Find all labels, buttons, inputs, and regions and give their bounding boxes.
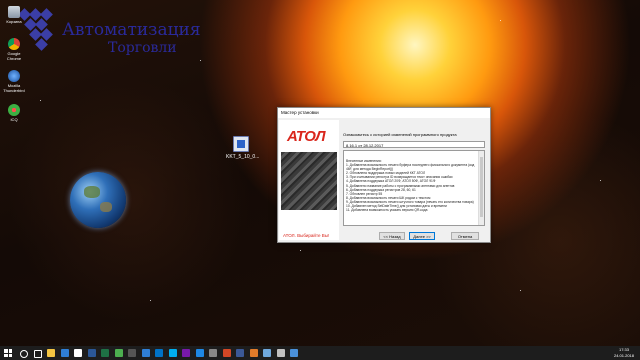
version-field: 8.16.1 от 28.12.2017 (343, 141, 485, 148)
dialog-buttons: << Назад Далее >> Отмена (343, 232, 488, 241)
installer-file-icon (233, 136, 249, 152)
desktop-icon-label: KKT_5_10_0... (226, 154, 260, 160)
onenote-icon[interactable] (182, 349, 190, 357)
desktop-icon-label: Google Chrome (6, 51, 22, 61)
changelog-textbox[interactable]: Внесенные изменения: 1. Добавлена возможн… (343, 150, 485, 226)
changelog-caption: Ознакомьтесь с историей изменений програ… (343, 132, 457, 137)
desktop-icon-icq[interactable]: ICQ (2, 104, 26, 122)
desktop-icon-chrome[interactable]: Google Chrome (2, 38, 26, 61)
file-explorer-icon[interactable] (47, 349, 55, 357)
skype-icon[interactable] (168, 349, 177, 357)
desktop-icon-recycle-bin[interactable]: Корзина (2, 6, 26, 24)
media-icon[interactable] (141, 349, 150, 357)
outlook-icon[interactable] (155, 349, 163, 357)
excel-icon[interactable] (101, 349, 109, 357)
desktop-icon-label: ICQ (10, 117, 18, 122)
word-icon[interactable] (87, 349, 96, 357)
desktop-icon-thunderbird[interactable]: Mozilla Thunderbird (2, 70, 26, 93)
logo-line2: Торговли (108, 40, 177, 56)
setup-wizard-dialog: Мастер установки АТОЛ АТОЛ. Выбирайте Вы… (277, 107, 491, 243)
powerpoint-icon[interactable] (222, 349, 231, 357)
icq-icon (8, 104, 20, 116)
clock-date: 24.01.2018 (613, 352, 634, 358)
chrome-icon (8, 38, 20, 50)
notepad-icon[interactable] (263, 349, 271, 357)
dialog-side-panel: АТОЛ АТОЛ. Выбирайте Вы! (279, 120, 339, 240)
changelog-line: 11. Добавлена возможность указать версию… (346, 208, 428, 213)
dialog-title: Мастер установки (278, 108, 490, 118)
app3-icon[interactable] (276, 349, 285, 357)
changelog-line: 1. Добавлена возможность печати буфера п… (346, 163, 475, 172)
desktop: Автоматизация Торговли Корзина Google Ch… (0, 0, 640, 346)
desktop-icon-label: Mozilla Thunderbird (3, 83, 25, 93)
app-icon[interactable] (128, 349, 136, 357)
logo-line1: Автоматизация (62, 20, 201, 40)
chrome-icon[interactable] (114, 349, 123, 357)
recycle-bin-icon (8, 6, 20, 18)
automation-logo: Автоматизация Торговли (16, 6, 216, 56)
scrollbar-thumb[interactable] (480, 157, 483, 217)
next-button[interactable]: Далее >> (409, 232, 435, 240)
atol-slogan: АТОЛ. Выбирайте Вы! (283, 233, 330, 238)
thunderbird-icon (8, 70, 20, 82)
device-image (281, 152, 337, 210)
desktop-icon-installer[interactable]: KKT_5_10_0... (226, 136, 260, 160)
app4-icon[interactable] (290, 349, 298, 357)
taskbar-clock[interactable]: 17:33 24.01.2018 (614, 347, 634, 358)
back-button[interactable]: << Назад (379, 232, 405, 240)
atol-logo: АТОЛ (287, 128, 326, 145)
video-icon[interactable] (236, 349, 244, 357)
desktop-icon-label: Корзина (6, 19, 22, 24)
store-icon[interactable] (74, 349, 82, 357)
earth-wallpaper-element (70, 172, 126, 228)
changelog-lines: Внесенные изменения: 1. Добавлена возможн… (346, 159, 476, 212)
search-icon[interactable] (20, 349, 28, 358)
edge-icon[interactable] (60, 349, 69, 357)
installer-icon[interactable] (249, 349, 258, 357)
calculator-icon[interactable] (209, 349, 217, 357)
changelog-scrollbar[interactable] (478, 151, 484, 225)
taskbar: 17:33 24.01.2018 (0, 346, 640, 360)
task-view-icon[interactable] (33, 349, 42, 358)
start-button[interactable] (4, 349, 12, 357)
app2-icon[interactable] (195, 349, 204, 357)
cancel-button[interactable]: Отмена (451, 232, 479, 240)
